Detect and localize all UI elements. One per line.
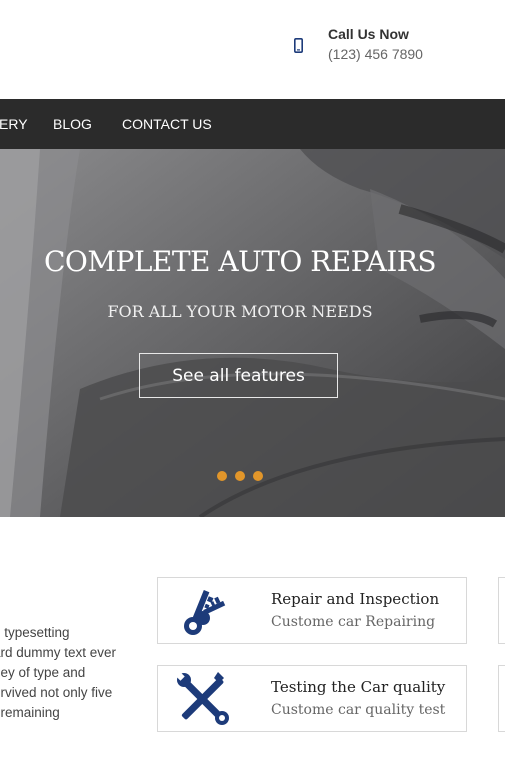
slider-dot-3[interactable] [253,471,263,481]
phone-number[interactable]: (123) 456 7890 [328,46,423,62]
slider-dot-1[interactable] [217,471,227,481]
feature-card-testing[interactable]: Testing the Car quality Custome car qual… [157,665,467,732]
feature-title: Testing the Car quality [271,678,446,696]
top-header: Call Us Now (123) 456 7890 [0,0,505,99]
slider-dot-2[interactable] [235,471,245,481]
about-line: urvived not only five [0,685,113,700]
hero-slider: COMPLETE AUTO REPAIRS FOR ALL YOUR MOTOR… [0,149,505,517]
feature-title: Repair and Inspection [271,590,440,608]
main-navigation: ERY BLOG CONTACT US [0,99,505,149]
nav-item-gallery[interactable]: ERY [0,116,28,132]
keys-icon [184,589,226,635]
hero-title: COMPLETE AUTO REPAIRS [43,245,437,278]
hero-background-image [0,149,505,517]
call-us-label: Call Us Now [328,26,409,42]
see-all-features-button[interactable]: See all features [139,353,338,398]
nav-item-blog[interactable]: BLOG [53,116,92,132]
about-line: g typesetting [0,625,70,640]
feature-card-partial[interactable] [498,665,505,732]
feature-subtitle: Custome car quality test [271,702,446,718]
hero-subtitle: FOR ALL YOUR MOTOR NEEDS [107,302,373,321]
mobile-phone-icon [294,38,303,53]
about-line: , remaining [0,705,60,720]
nav-item-contact-us[interactable]: CONTACT US [122,116,212,132]
feature-subtitle: Custome car Repairing [271,614,436,630]
about-line: ard dummy text ever [0,645,117,660]
feature-card-partial[interactable] [498,577,505,644]
about-text: g typesetting ard dummy text ever ney of… [0,623,133,723]
feature-card-repair[interactable]: Repair and Inspection Custome car Repair… [157,577,467,644]
tools-icon [176,672,229,725]
about-line: ney of type and [0,665,86,680]
